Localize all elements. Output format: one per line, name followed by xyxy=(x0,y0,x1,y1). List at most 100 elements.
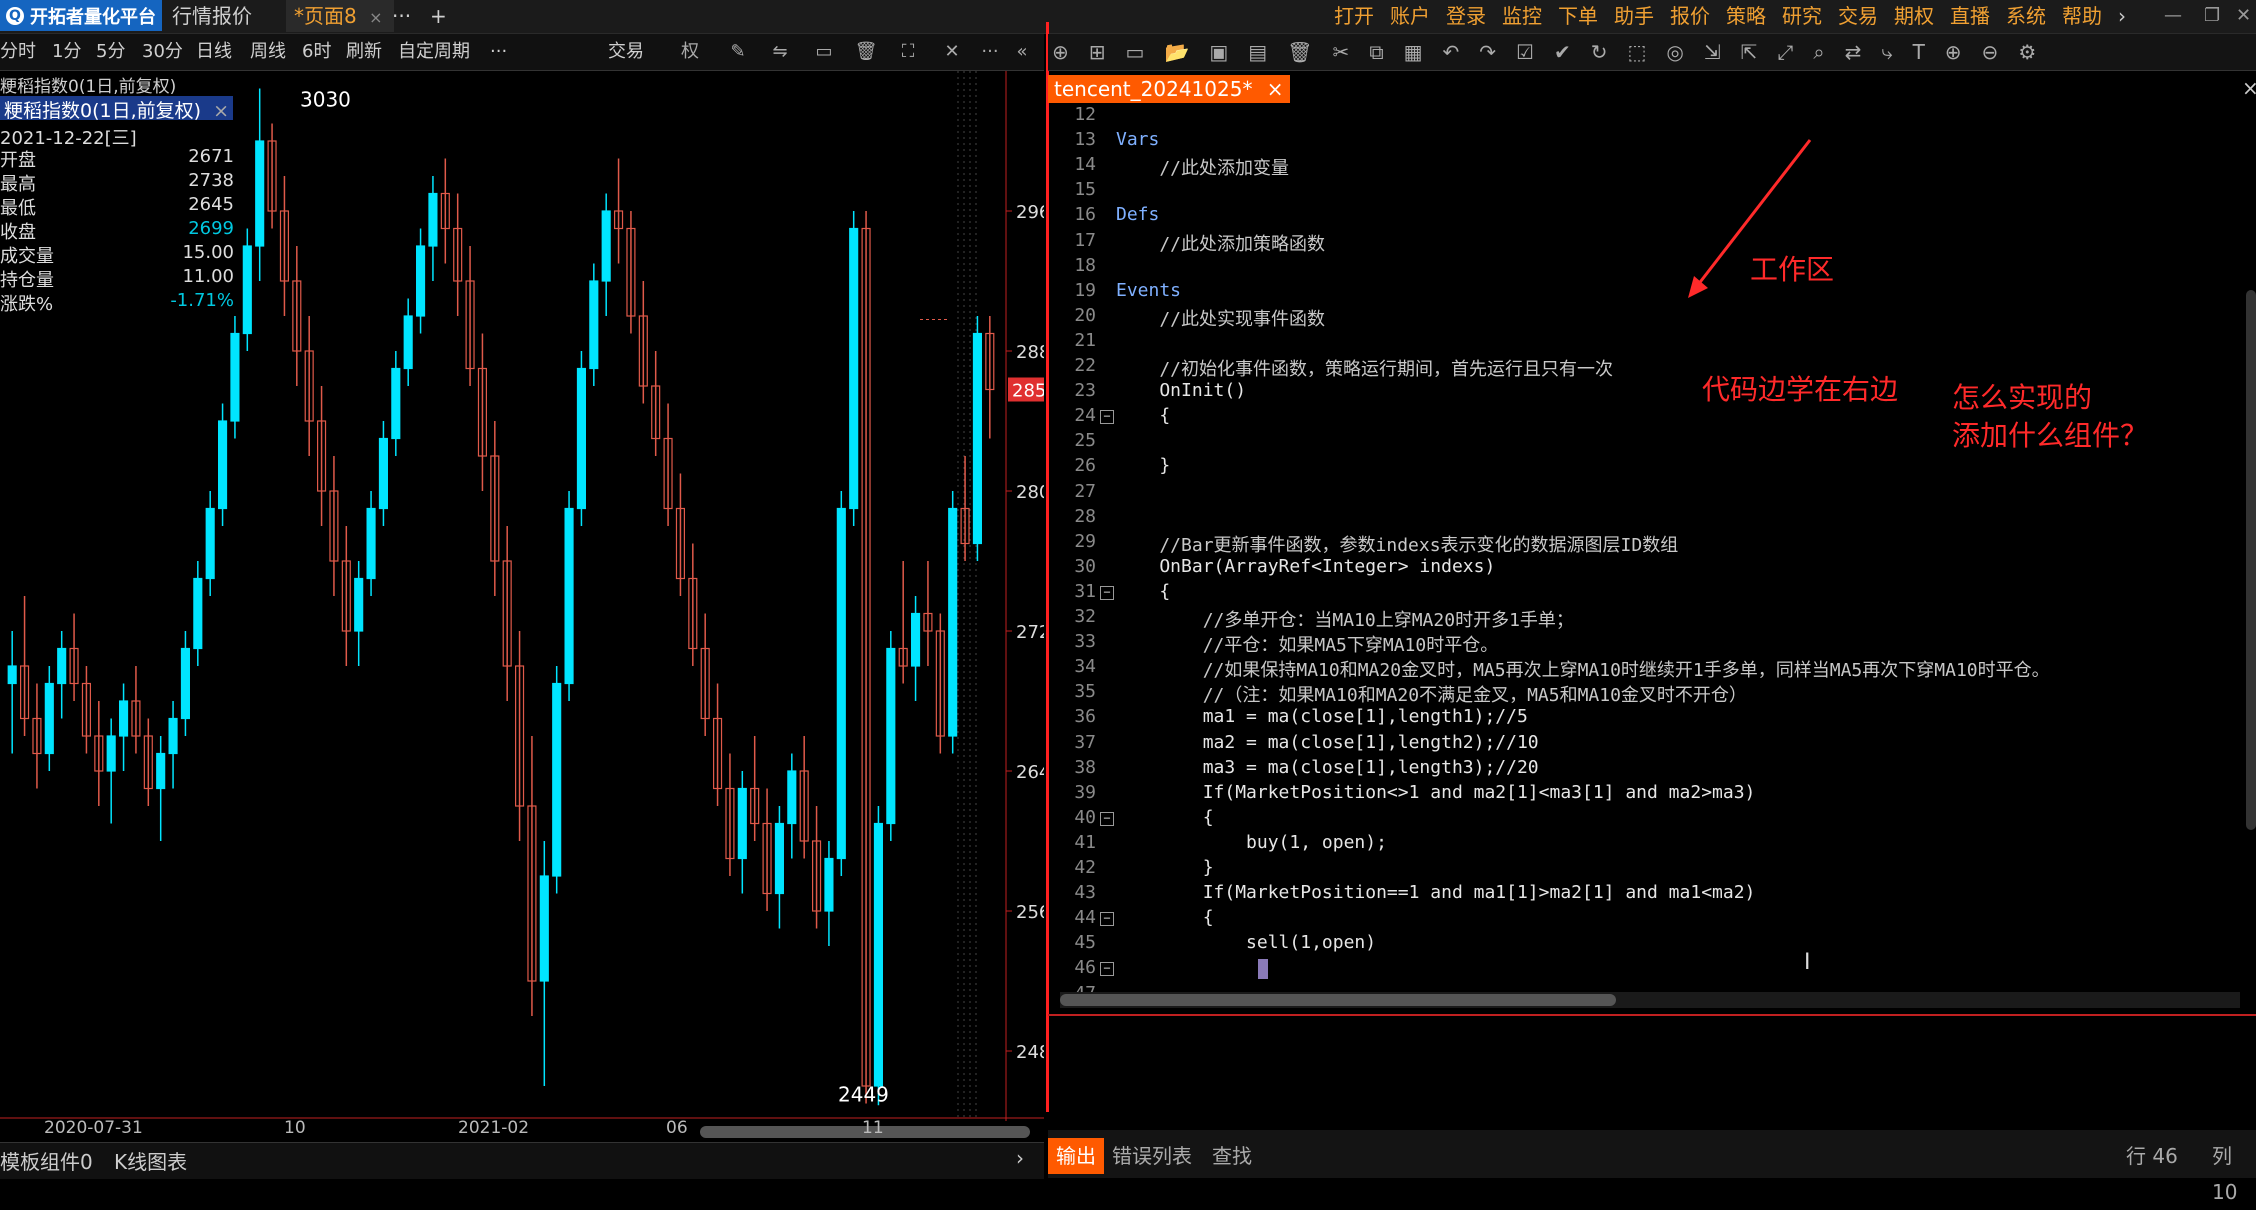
delete-icon[interactable]: 🗑 xyxy=(852,38,880,66)
expand-icon[interactable]: ⤢ xyxy=(1777,40,1793,64)
import-icon[interactable]: ⇲ xyxy=(1704,40,1721,64)
menu-help[interactable]: 帮助 xyxy=(2062,0,2102,32)
tab-template-component[interactable]: 模板组件0 xyxy=(0,1146,93,1175)
layout-icon[interactable]: ▭ xyxy=(810,38,838,66)
code-line[interactable]: Events xyxy=(1116,280,1181,301)
add-tab-button[interactable]: + xyxy=(430,0,447,32)
minimize-icon[interactable]: — xyxy=(2164,0,2182,32)
code-line[interactable]: OnInit() xyxy=(1116,380,1246,401)
select-icon[interactable]: ⬚ xyxy=(1628,40,1647,64)
fold-toggle-icon[interactable]: − xyxy=(1100,410,1114,425)
tabs-more-button[interactable]: ··· xyxy=(392,0,411,32)
refresh-icon[interactable]: ↻ xyxy=(1591,40,1608,64)
menu-quote[interactable]: 报价 xyxy=(1670,0,1710,32)
period-30min[interactable]: 30分 xyxy=(142,34,183,70)
fold-toggle-icon[interactable]: − xyxy=(1100,811,1114,826)
goto-icon[interactable]: ⤷ xyxy=(1881,40,1892,64)
symbol-tag[interactable]: 粳稻指数0(1日,前复权) × xyxy=(0,96,234,122)
tab-page8[interactable]: *页面8 × xyxy=(286,0,394,32)
menu-strategy[interactable]: 策略 xyxy=(1726,0,1766,32)
editor-vscrollbar[interactable] xyxy=(2246,290,2256,830)
close-icon[interactable]: × xyxy=(213,100,229,122)
code-line[interactable]: //此处添加变量 xyxy=(1116,154,1289,180)
tab-market-quotes[interactable]: 行情报价 xyxy=(172,0,252,32)
folder-icon[interactable]: ▭ xyxy=(1126,40,1145,64)
fold-toggle-icon[interactable]: − xyxy=(1100,912,1114,927)
code-line[interactable]: { xyxy=(1116,907,1214,928)
period-daily[interactable]: 日线 xyxy=(196,34,232,70)
add-icon[interactable]: ⊕ xyxy=(1052,40,1069,64)
adjust-icon[interactable]: ⇋ xyxy=(766,38,794,66)
undo-icon[interactable]: ↶ xyxy=(1443,40,1460,64)
trade-button[interactable]: 交易 xyxy=(608,34,644,70)
menu-login[interactable]: 登录 xyxy=(1446,0,1486,32)
close-icon[interactable]: × xyxy=(2242,76,2256,100)
search-icon[interactable]: ⌕ xyxy=(1813,40,1824,64)
rights-button[interactable]: 权 xyxy=(676,38,704,66)
menu-open[interactable]: 打开 xyxy=(1334,0,1374,32)
code-line[interactable]: ma2 = ma(close[1],length2);//10 xyxy=(1116,732,1539,753)
delete-icon[interactable]: 🗑 xyxy=(1287,40,1312,64)
editor-hscroll-thumb[interactable] xyxy=(1060,994,1616,1006)
code-line[interactable]: //平仓：如果MA5下穿MA10时平仓。 xyxy=(1116,631,1499,657)
more-icon[interactable]: ··· xyxy=(976,38,1004,66)
collapse-icon[interactable]: « xyxy=(1008,38,1036,66)
cut-icon[interactable]: ✂ xyxy=(1333,40,1350,64)
close-icon[interactable]: × xyxy=(369,8,382,27)
edit-icon[interactable]: ✎ xyxy=(724,38,752,66)
menu-options[interactable]: 期权 xyxy=(1894,0,1934,32)
code-line[interactable]: OnBar(ArrayRef<Integer> indexs) xyxy=(1116,556,1495,577)
menu-more-icon[interactable]: › xyxy=(2118,0,2126,32)
replace-icon[interactable]: ⇄ xyxy=(1845,40,1862,64)
menu-account[interactable]: 账户 xyxy=(1390,0,1430,32)
insert-icon[interactable]: ⊞ xyxy=(1089,40,1106,64)
code-line[interactable]: If(MarketPosition<>1 and ma2[1]<ma3[1] a… xyxy=(1116,782,1756,803)
code-line[interactable]: { xyxy=(1116,581,1170,602)
redo-icon[interactable]: ↷ xyxy=(1479,40,1496,64)
code-line[interactable]: Defs xyxy=(1116,204,1159,225)
close-icon[interactable]: ✕ xyxy=(2236,0,2251,32)
code-line[interactable]: } xyxy=(1116,455,1170,476)
code-line[interactable]: //Bar更新事件函数，参数indexs表示变化的数据源图层ID数组 xyxy=(1116,531,1678,557)
close-icon[interactable]: × xyxy=(1267,77,1284,101)
fullscreen-icon[interactable]: ⛶ xyxy=(894,38,922,66)
tab-find[interactable]: 查找 xyxy=(1212,1138,1252,1174)
code-line[interactable]: { xyxy=(1116,807,1214,828)
code-line[interactable]: ma1 = ma(close[1],length1);//5 xyxy=(1116,706,1528,727)
zoom-out-icon[interactable]: ⊖ xyxy=(1982,40,1999,64)
editor-file-tab[interactable]: tencent_20241025* × xyxy=(1048,75,1290,103)
code-line[interactable]: Vars xyxy=(1116,129,1159,150)
copy-icon[interactable]: ⧉ xyxy=(1369,40,1383,64)
menu-trade[interactable]: 交易 xyxy=(1838,0,1878,32)
open-icon[interactable]: 📂 xyxy=(1164,40,1189,64)
code-line[interactable]: //此处实现事件函数 xyxy=(1116,305,1325,331)
chevron-right-icon[interactable]: › xyxy=(1016,1146,1024,1170)
code-editor[interactable]: 12 13 Vars 14 //此处添加变量 15 16 Defs 17 //此处添加策略函数… xyxy=(1048,104,2248,1004)
code-line[interactable]: buy(1, open); xyxy=(1116,832,1387,853)
check-icon[interactable]: ✔ xyxy=(1554,40,1571,64)
period-intraday[interactable]: 分时 xyxy=(0,34,36,70)
code-line[interactable]: sell(1,open) xyxy=(1116,932,1376,953)
code-line[interactable]: //多单开仓：当MA10上穿MA20时开多1手单； xyxy=(1116,606,1574,632)
code-line[interactable] xyxy=(1116,957,1203,978)
app-logo[interactable]: Q 开拓者量化平台 xyxy=(0,0,162,31)
compile-icon[interactable]: ☑ xyxy=(1516,40,1534,64)
period-weekly[interactable]: 周线 xyxy=(250,34,286,70)
period-1min[interactable]: 1分 xyxy=(52,34,81,70)
refresh-button[interactable]: 刷新 xyxy=(346,34,382,70)
text-icon[interactable]: T xyxy=(1913,40,1925,64)
code-line[interactable]: ma3 = ma(close[1],length3);//20 xyxy=(1116,757,1539,778)
menu-assistant[interactable]: 助手 xyxy=(1614,0,1654,32)
period-6h[interactable]: 6时 xyxy=(302,34,331,70)
tab-kline-chart[interactable]: K线图表 xyxy=(114,1146,187,1175)
code-line[interactable]: //初始化事件函数，策略运行期间，首先运行且只有一次 xyxy=(1116,355,1613,381)
custom-period-button[interactable]: 自定周期 xyxy=(398,34,470,70)
code-line[interactable]: If(MarketPosition==1 and ma1[1]>ma2[1] a… xyxy=(1116,882,1756,903)
code-line[interactable]: //如果保持MA10和MA20金叉时，MA5再次上穿MA10时继续开1手多单，同… xyxy=(1116,656,2050,682)
paste-icon[interactable]: ▦ xyxy=(1404,40,1423,64)
zoom-in-icon[interactable]: ⊕ xyxy=(1945,40,1962,64)
settings-icon[interactable]: ⚙ xyxy=(2018,40,2036,64)
code-line[interactable]: //此处添加策略函数 xyxy=(1116,230,1325,256)
editor-hscroll-track[interactable] xyxy=(1060,992,2240,1008)
code-line[interactable]: } xyxy=(1116,857,1214,878)
